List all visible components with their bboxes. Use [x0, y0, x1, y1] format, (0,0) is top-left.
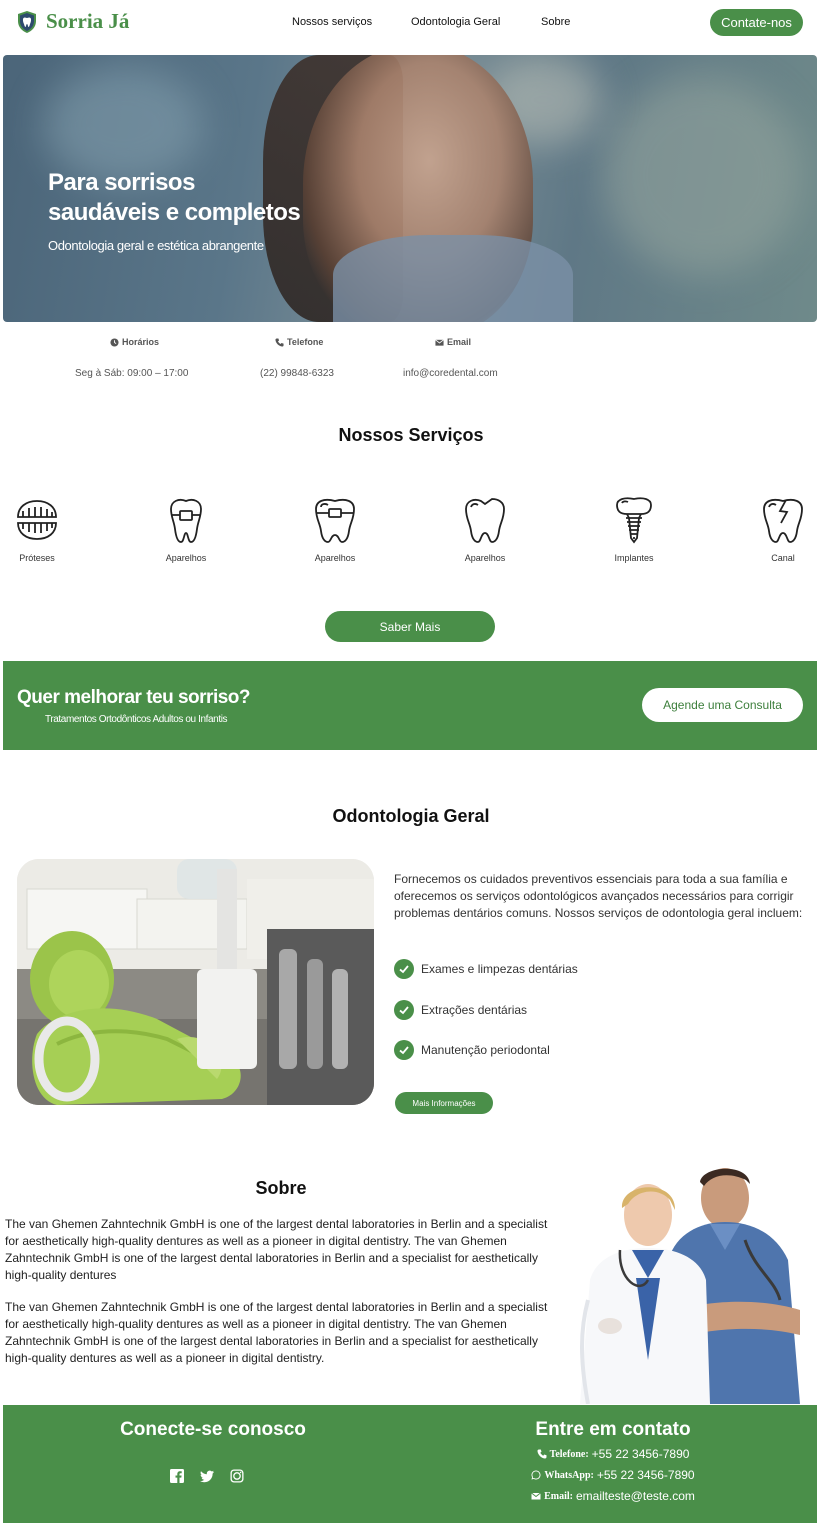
envelope-icon: [531, 1492, 541, 1500]
email-heading: Email: [435, 337, 471, 347]
whatsapp-icon: [531, 1470, 541, 1480]
banner-title: Quer melhorar teu sorriso?: [17, 687, 251, 708]
clock-icon: [110, 337, 119, 347]
checklist-item: Extrações dentárias: [394, 1000, 527, 1020]
footer-email-key: Email:: [544, 1490, 573, 1502]
service-item-braces-1[interactable]: Aparelhos: [141, 495, 231, 563]
cta-banner: Quer melhorar teu sorriso? Tratamentos O…: [3, 661, 817, 750]
footer-email-value: emailteste@teste.com: [575, 1489, 695, 1503]
footer-whatsapp-key: WhatsApp:: [544, 1469, 594, 1481]
twitter-icon[interactable]: [200, 1469, 214, 1483]
phone-heading: Telefone: [275, 337, 323, 347]
footer-phone-key: Telefone:: [549, 1448, 589, 1460]
hero-title-line-1: Para sorrisos: [48, 169, 195, 196]
dental-chair-illustration: [17, 859, 374, 1105]
facebook-icon[interactable]: [170, 1469, 184, 1483]
service-item-root-canal[interactable]: Canal: [738, 495, 822, 563]
phone-value[interactable]: (22) 99848-6323: [260, 368, 334, 379]
hero-subtitle: Odontologia geral e estética abrangente: [48, 238, 264, 253]
about-paragraph-1: The van Ghemen Zahntechnik GmbH is one o…: [5, 1217, 548, 1282]
envelope-icon: [435, 338, 444, 346]
general-dentistry-description: Fornecemos os cuidados preventivos essen…: [394, 872, 803, 920]
hero-title: Para sorrisos saudáveis e completos: [48, 168, 301, 228]
schedule-consultation-button[interactable]: Agende uma Consulta: [642, 688, 803, 722]
about-paragraph-2: The van Ghemen Zahntechnik GmbH is one o…: [5, 1300, 548, 1365]
hero-bokeh: [603, 75, 803, 275]
nav-link-about[interactable]: Sobre: [541, 16, 570, 28]
hero-banner: Para sorrisos saudáveis e completos Odon…: [3, 55, 817, 322]
learn-more-button[interactable]: Saber Mais: [325, 611, 495, 642]
checklist-label: Manutenção periodontal: [421, 1043, 550, 1057]
shield-tooth-icon: [18, 10, 36, 33]
service-item-implants[interactable]: Implantes: [589, 495, 679, 563]
top-navbar: Sorria Já Nossos serviços Odontologia Ge…: [0, 0, 822, 46]
footer-phone-value: +55 22 3456-7890: [591, 1447, 690, 1461]
doctors-photo: [580, 1168, 800, 1404]
more-info-button[interactable]: Mais Informações: [395, 1092, 493, 1114]
phone-icon: [537, 1449, 547, 1459]
brand-logo[interactable]: Sorria Já: [16, 9, 129, 34]
footer: Conecte-se conosco Entre em contato Tele…: [3, 1405, 817, 1523]
phone-label: Telefone: [287, 337, 324, 347]
general-dentistry-title: Odontologia Geral: [332, 806, 490, 826]
service-item-braces-2[interactable]: Aparelhos: [290, 495, 380, 563]
service-label: Próteses: [19, 553, 55, 563]
check-icon: [394, 1000, 414, 1020]
hours-heading: Horários: [110, 337, 159, 347]
hero-title-line-2: saudáveis e completos: [48, 199, 301, 226]
brand-name: Sorria Já: [46, 9, 130, 33]
check-icon: [394, 1040, 414, 1060]
hero-photo-shirt: [333, 235, 573, 322]
service-label: Aparelhos: [464, 553, 506, 563]
dentures-icon: [17, 500, 57, 540]
hours-label: Horários: [122, 337, 160, 347]
service-label: Aparelhos: [314, 553, 356, 563]
footer-phone[interactable]: Telefone: +55 22 3456-7890: [508, 1447, 718, 1461]
service-label: Canal: [771, 553, 795, 563]
implant-icon: [616, 497, 652, 544]
checklist-label: Exames e limpezas dentárias: [421, 962, 578, 976]
service-item-dentures[interactable]: Próteses: [0, 495, 82, 563]
braces-tooth-icon: [315, 498, 355, 543]
hours-value: Seg à Sáb: 09:00 – 17:00: [75, 368, 189, 379]
footer-whatsapp-value: +55 22 3456-7890: [596, 1468, 695, 1482]
cracked-tooth-icon: [763, 498, 803, 543]
checklist-item: Exames e limpezas dentárias: [394, 959, 578, 979]
dental-chair-photo: [17, 859, 374, 1105]
braces-tooth-icon: [170, 498, 202, 543]
service-label: Implantes: [614, 553, 654, 563]
phone-icon: [275, 337, 284, 347]
check-icon: [394, 959, 414, 979]
banner-subtitle: Tratamentos Ortodônticos Adultos ou Infa…: [45, 714, 228, 725]
email-value[interactable]: info@coredental.com: [403, 368, 498, 379]
nav-link-general-dentistry[interactable]: Odontologia Geral: [411, 16, 500, 28]
contact-title: Entre em contato: [535, 1419, 691, 1440]
checklist-item: Manutenção periodontal: [394, 1040, 550, 1060]
about-title: Sobre: [255, 1178, 307, 1198]
checklist-label: Extrações dentárias: [421, 1003, 528, 1017]
tooth-icon: [465, 498, 505, 543]
connect-title: Conecte-se conosco: [120, 1419, 306, 1440]
instagram-icon[interactable]: [230, 1469, 244, 1483]
hero-bokeh: [43, 65, 203, 185]
email-label: Email: [447, 337, 472, 347]
footer-whatsapp[interactable]: WhatsApp: +55 22 3456-7890: [508, 1468, 718, 1482]
services-title: Nossos Serviços: [338, 425, 484, 445]
nav-link-services[interactable]: Nossos serviços: [292, 16, 372, 28]
contact-button[interactable]: Contate-nos: [710, 9, 803, 36]
service-label: Aparelhos: [165, 553, 207, 563]
footer-email[interactable]: Email: emailteste@teste.com: [508, 1489, 718, 1503]
service-item-braces-3[interactable]: Aparelhos: [440, 495, 530, 563]
